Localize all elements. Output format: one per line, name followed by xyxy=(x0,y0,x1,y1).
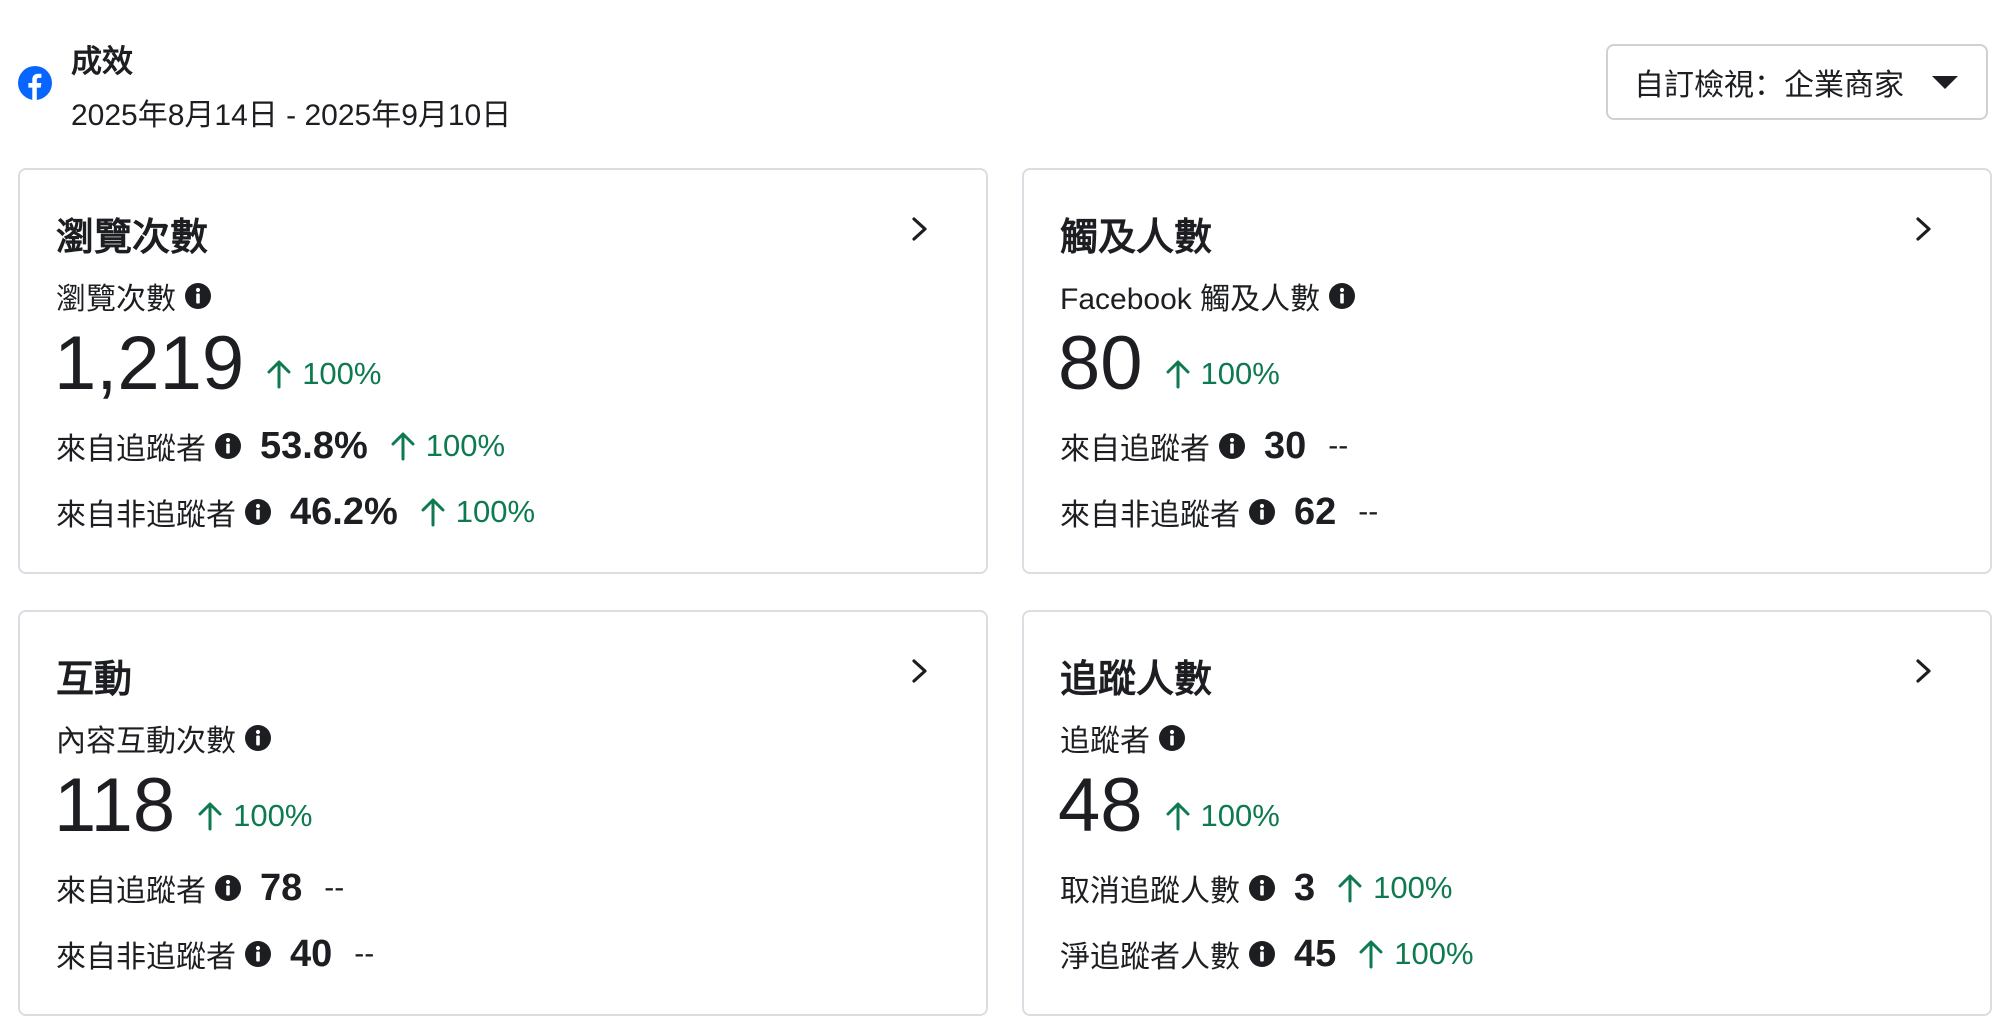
followers-row: 來自追蹤者 78 -- xyxy=(56,866,344,910)
row-delta: 100% xyxy=(1358,936,1474,972)
row-value: 46.2% xyxy=(290,490,398,533)
metric-value: 80 xyxy=(1058,321,1143,406)
metric-value: 48 xyxy=(1058,763,1143,848)
row-delta: -- xyxy=(1328,429,1349,462)
metric-label-text: 內容互動次數 xyxy=(56,725,236,758)
unfollows-row: 取消追蹤人數 3 100% xyxy=(1060,866,1452,910)
followers-card[interactable]: 追蹤人數 追蹤者 48 100% 取消追蹤人數 3 100% 淨追蹤者人數 45… xyxy=(1022,610,1992,1016)
row-delta: 100% xyxy=(420,494,535,530)
delta-text: 100% xyxy=(1200,356,1280,391)
views-card[interactable]: 瀏覽次數 瀏覽次數 1,219 100% 來自追蹤者 53.8% 100% 來自… xyxy=(18,168,988,574)
row-label: 來自追蹤者 xyxy=(56,875,206,908)
arrow-up-icon xyxy=(198,802,222,831)
metric-value: 1,219 xyxy=(54,321,245,406)
row-value: 78 xyxy=(260,866,303,909)
metric-delta: 100% xyxy=(1165,798,1280,834)
info-icon[interactable] xyxy=(1218,432,1246,460)
row-delta: -- xyxy=(324,871,345,904)
info-icon[interactable] xyxy=(1248,498,1276,526)
row-label: 淨追蹤者人數 xyxy=(1060,941,1240,974)
info-icon[interactable] xyxy=(244,724,272,752)
metric-label: 內容互動次數 xyxy=(56,716,272,760)
row-label: 取消追蹤人數 xyxy=(1060,875,1240,908)
followers-row: 來自追蹤者 30 -- xyxy=(1060,424,1348,468)
row-value: 3 xyxy=(1294,866,1316,909)
caret-down-icon xyxy=(1932,75,1958,89)
metric-value-row: 1,219 100% xyxy=(54,320,381,407)
delta-text: 100% xyxy=(1200,798,1280,833)
interactions-card[interactable]: 互動 內容互動次數 118 100% 來自追蹤者 78 -- 來自非追蹤者 40… xyxy=(18,610,988,1016)
row-label: 來自追蹤者 xyxy=(1060,433,1210,466)
row-value: 62 xyxy=(1294,490,1337,533)
info-icon[interactable] xyxy=(1248,940,1276,968)
performance-header: 成效 2025年8月14日 - 2025年9月10日 自訂檢視：企業商家 xyxy=(18,32,1988,132)
metric-delta: 100% xyxy=(266,356,381,392)
metric-label-text: Facebook 觸及人數 xyxy=(1060,283,1321,316)
section-title: 成效 xyxy=(71,44,133,79)
date-range: 2025年8月14日 - 2025年9月10日 xyxy=(71,99,512,132)
row-value: 45 xyxy=(1294,932,1337,975)
custom-view-dropdown[interactable]: 自訂檢視：企業商家 xyxy=(1606,44,1988,120)
non-followers-row: 來自非追蹤者 62 -- xyxy=(1060,490,1378,534)
row-delta: -- xyxy=(1358,495,1379,528)
arrow-up-icon xyxy=(391,432,415,461)
delta-text: 100% xyxy=(1394,936,1474,971)
info-icon[interactable] xyxy=(1158,724,1186,752)
row-label: 來自非追蹤者 xyxy=(56,499,236,532)
delta-text: 100% xyxy=(302,356,382,391)
card-title: 瀏覽次數 xyxy=(56,217,209,259)
metric-label-text: 追蹤者 xyxy=(1060,725,1150,758)
arrow-up-icon xyxy=(1166,802,1190,831)
info-icon[interactable] xyxy=(214,874,242,902)
non-followers-row: 來自非追蹤者 46.2% 100% xyxy=(56,490,535,534)
delta-text: 100% xyxy=(425,428,506,463)
non-followers-row: 來自非追蹤者 40 -- xyxy=(56,932,374,976)
net-followers-row: 淨追蹤者人數 45 100% xyxy=(1060,932,1474,976)
custom-view-label: 自訂檢視：企業商家 xyxy=(1634,69,1904,102)
reach-card[interactable]: 觸及人數 Facebook 觸及人數 80 100% 來自追蹤者 30 -- 來… xyxy=(1022,168,1992,574)
metric-label: 瀏覽次數 xyxy=(56,274,212,318)
info-icon[interactable] xyxy=(184,282,212,310)
row-delta: -- xyxy=(354,937,375,970)
facebook-icon xyxy=(18,66,52,100)
chevron-right-icon[interactable] xyxy=(904,214,934,244)
metric-label-text: 瀏覽次數 xyxy=(56,283,176,316)
row-label: 來自非追蹤者 xyxy=(56,941,236,974)
row-value: 53.8% xyxy=(260,424,368,467)
row-label: 來自追蹤者 xyxy=(56,433,206,466)
info-icon[interactable] xyxy=(244,498,272,526)
row-delta: 100% xyxy=(390,428,505,464)
info-icon[interactable] xyxy=(1248,874,1276,902)
arrow-up-icon xyxy=(421,498,445,527)
card-title: 追蹤人數 xyxy=(1060,659,1213,701)
info-icon[interactable] xyxy=(214,432,242,460)
metric-label: Facebook 觸及人數 xyxy=(1060,274,1356,318)
row-label: 來自非追蹤者 xyxy=(1060,499,1240,532)
info-icon[interactable] xyxy=(1328,282,1356,310)
metric-label: 追蹤者 xyxy=(1060,716,1186,760)
metric-value-row: 80 100% xyxy=(1058,320,1280,407)
arrow-up-icon xyxy=(1338,874,1362,903)
followers-row: 來自追蹤者 53.8% 100% xyxy=(56,424,505,468)
chevron-right-icon[interactable] xyxy=(1908,214,1938,244)
card-title: 觸及人數 xyxy=(1060,217,1213,259)
chevron-right-icon[interactable] xyxy=(1908,656,1938,686)
delta-text: 100% xyxy=(455,494,536,529)
delta-text: 100% xyxy=(233,798,313,833)
info-icon[interactable] xyxy=(244,940,272,968)
metric-delta: 100% xyxy=(197,798,312,834)
arrow-up-icon xyxy=(1359,940,1383,969)
metric-value-row: 118 100% xyxy=(54,762,312,849)
metric-delta: 100% xyxy=(1165,356,1280,392)
row-value: 30 xyxy=(1264,424,1307,467)
chevron-right-icon[interactable] xyxy=(904,656,934,686)
row-delta: 100% xyxy=(1337,870,1452,906)
metric-value: 118 xyxy=(54,763,176,848)
card-title: 互動 xyxy=(56,659,133,701)
metric-value-row: 48 100% xyxy=(1058,762,1280,849)
delta-text: 100% xyxy=(1373,870,1453,905)
arrow-up-icon xyxy=(267,360,291,389)
arrow-up-icon xyxy=(1166,360,1190,389)
row-value: 40 xyxy=(290,932,333,975)
